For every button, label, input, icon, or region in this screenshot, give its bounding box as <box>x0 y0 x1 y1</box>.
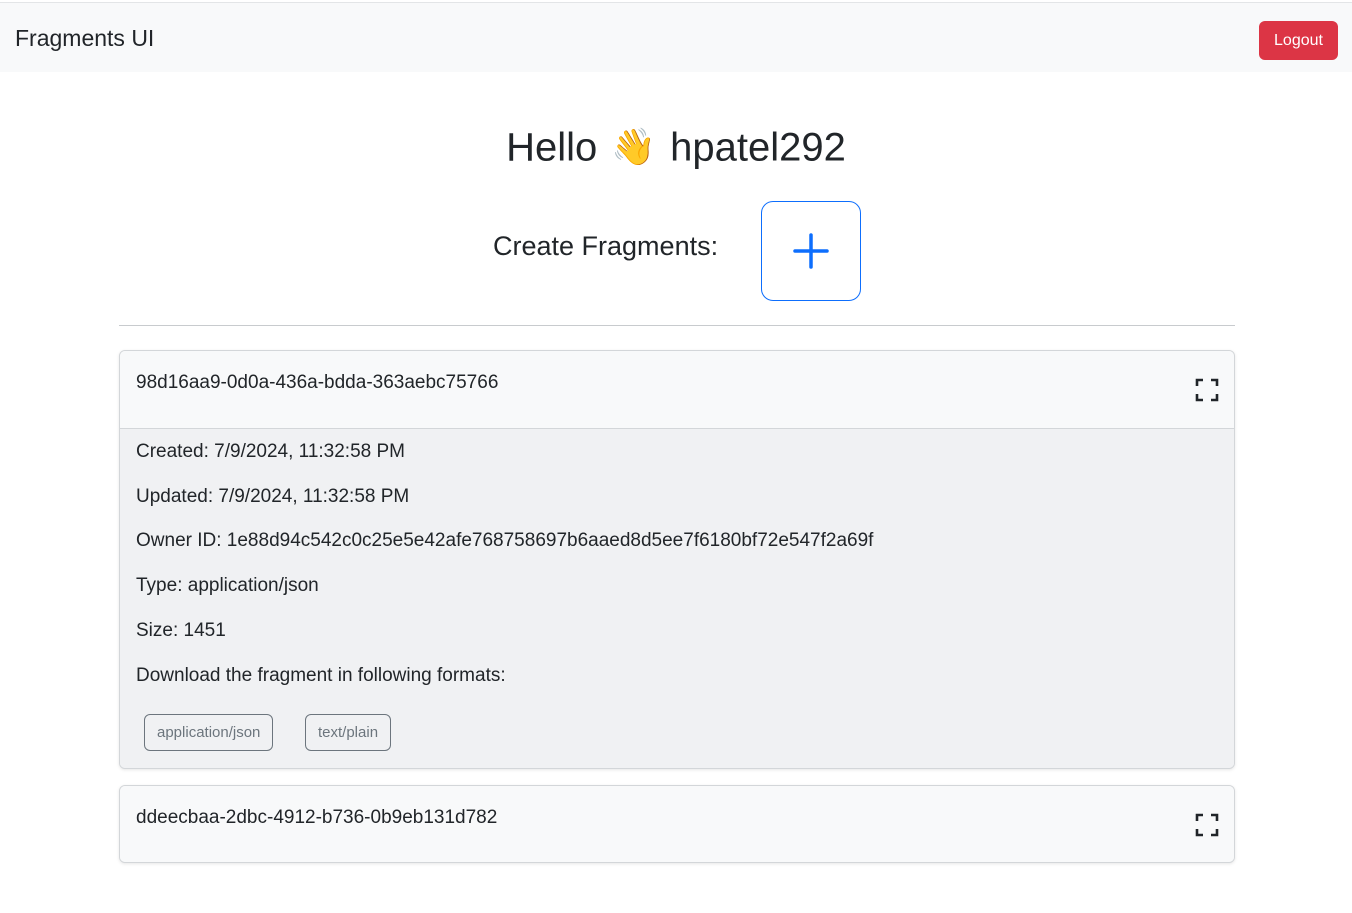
fragment-size: Size: 1451 <box>136 620 226 641</box>
download-json-button[interactable]: application/json <box>144 714 274 751</box>
fragment-owner-id: Owner ID: 1e88d94c542c0c25e5e42afe768758… <box>136 530 874 551</box>
logout-button[interactable]: Logout <box>1259 21 1338 60</box>
create-fragments-label: Create Fragments: <box>493 231 719 261</box>
fragment-card: 98d16aa9-0d0a-436a-bdda-363aebc75766 Cre… <box>119 350 1235 769</box>
fragment-id: ddeecbaa-2dbc-4912-b736-0b9eb131d782 <box>136 807 498 828</box>
section-divider <box>119 325 1235 326</box>
fragment-id: 98d16aa9-0d0a-436a-bdda-363aebc75766 <box>136 372 499 393</box>
fragment-type: Type: application/json <box>136 575 319 596</box>
fragment-card: ddeecbaa-2dbc-4912-b736-0b9eb131d782 <box>119 785 1235 863</box>
create-fragment-button[interactable] <box>761 201 861 301</box>
fragment-card-header[interactable]: ddeecbaa-2dbc-4912-b736-0b9eb131d782 <box>120 786 1234 862</box>
fragment-details: Created: 7/9/2024, 11:32:58 PM Updated: … <box>120 428 1234 768</box>
greeting-hello: Hello <box>506 125 598 170</box>
download-formats-label: Download the fragment in following forma… <box>136 665 506 686</box>
fragment-updated: Updated: 7/9/2024, 11:32:58 PM <box>136 486 410 507</box>
greeting-heading: Hello 👋 hpatel292 <box>0 121 1352 171</box>
expand-icon[interactable] <box>1195 813 1219 837</box>
plus-icon <box>793 233 829 269</box>
greeting-username: hpatel292 <box>670 125 846 170</box>
fragment-card-header[interactable]: 98d16aa9-0d0a-436a-bdda-363aebc75766 <box>120 351 1234 428</box>
fragment-created: Created: 7/9/2024, 11:32:58 PM <box>136 441 405 462</box>
download-text-button[interactable]: text/plain <box>305 714 392 751</box>
waving-hand-icon: 👋 <box>611 126 657 168</box>
expand-icon[interactable] <box>1195 378 1219 402</box>
navbar: Fragments UI Logout <box>0 2 1352 72</box>
navbar-brand[interactable]: Fragments UI <box>15 24 154 52</box>
